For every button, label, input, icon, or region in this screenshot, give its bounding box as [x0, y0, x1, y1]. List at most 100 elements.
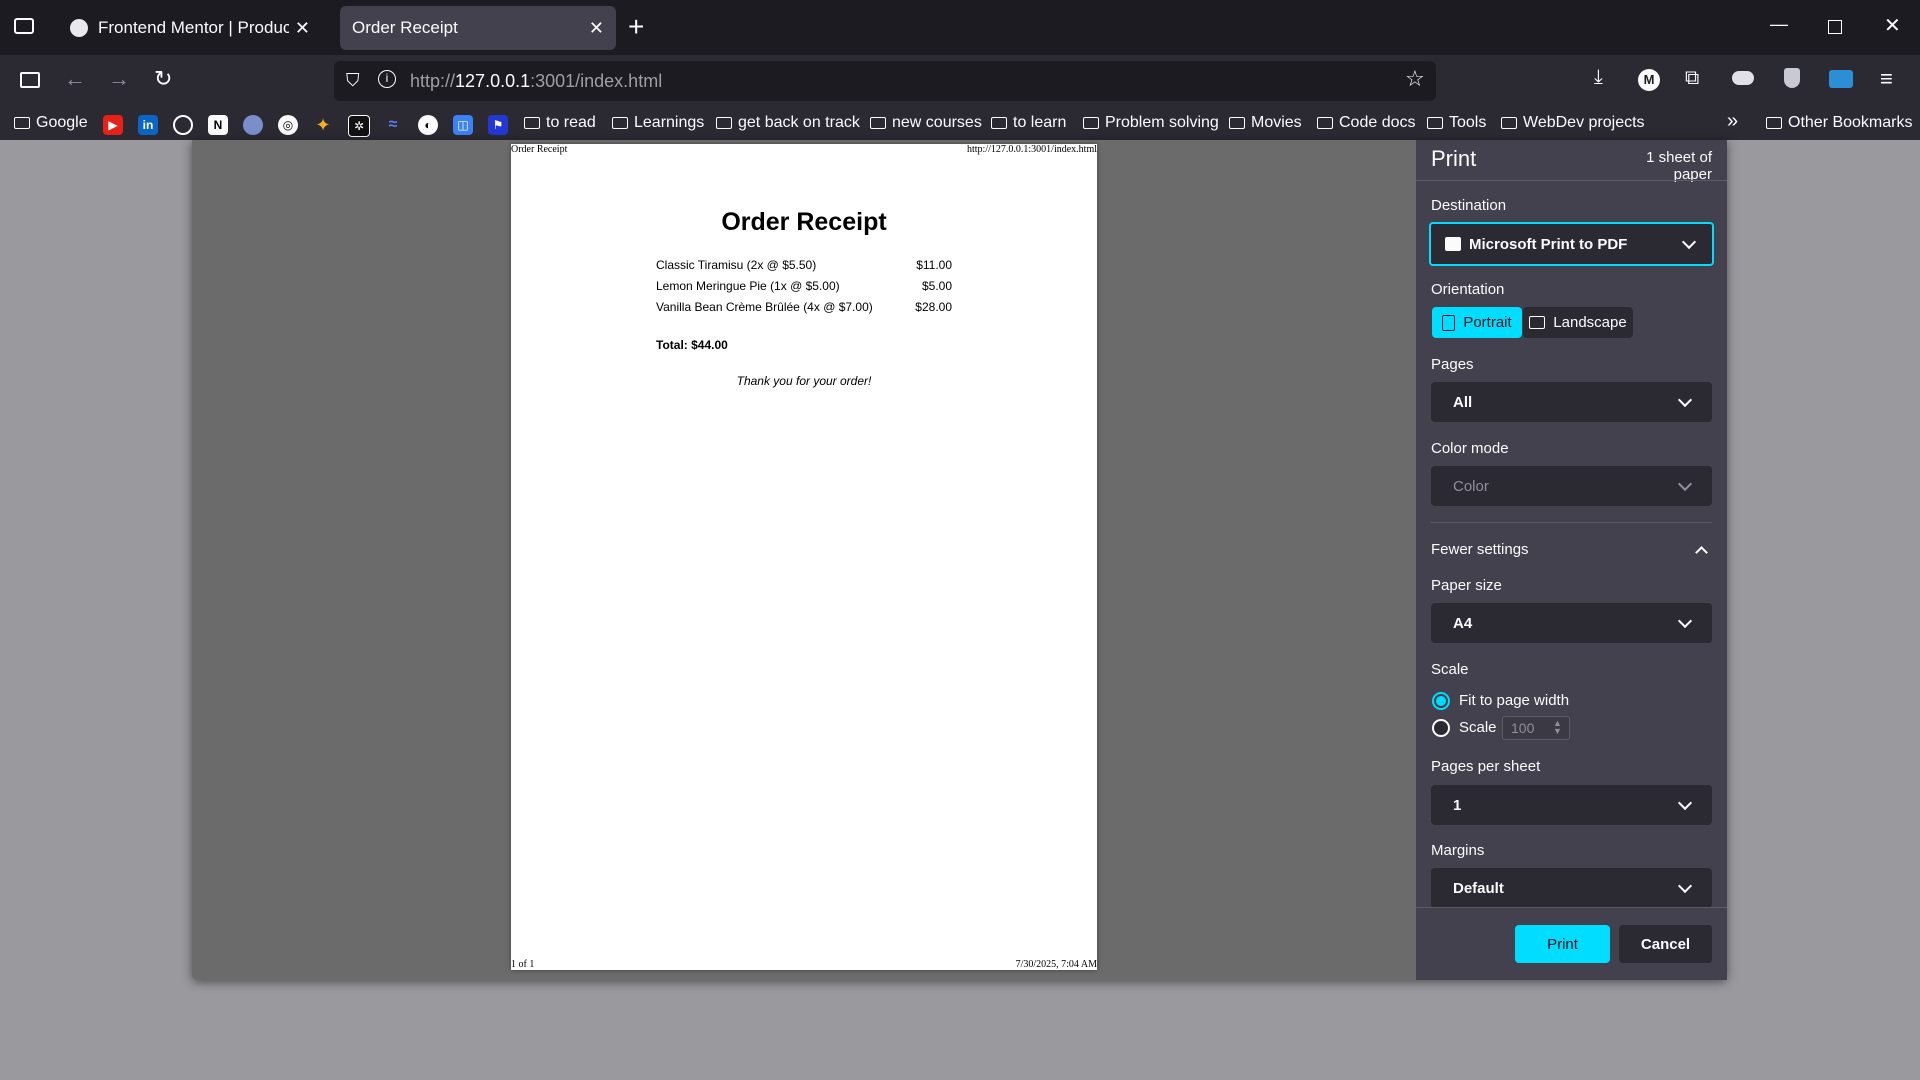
bookmark-to-read[interactable]: to read [524, 114, 596, 132]
menu-icon[interactable]: ≡ [1880, 66, 1893, 92]
folder-icon [14, 117, 30, 129]
bookmark-google[interactable]: Google [14, 114, 88, 132]
divider [1431, 522, 1712, 523]
tab-frontend-mentor[interactable]: Frontend Mentor | Product list w ✕ [58, 6, 322, 50]
paper-size-label: Paper size [1431, 577, 1502, 594]
scale-option-label: Scale [1459, 719, 1497, 736]
site-info-icon[interactable]: i [378, 70, 396, 88]
reload-icon[interactable]: ↻ [154, 66, 172, 92]
tab-title: Order Receipt [352, 18, 458, 37]
spinner-icon[interactable]: ▲ ▼ [1553, 719, 1562, 736]
url-text[interactable]: http://127.0.0.1:3001/index.html [410, 71, 662, 92]
forward-icon[interactable]: → [108, 66, 130, 92]
new-tab-icon[interactable]: + [628, 12, 644, 42]
extension-glasses-icon[interactable] [1732, 71, 1754, 85]
folder-icon [1766, 117, 1782, 129]
bookmark-learnings[interactable]: Learnings [612, 114, 704, 132]
bookmark-star-icon[interactable]: ☆ [1405, 66, 1425, 92]
bookmark-problem-solving[interactable]: Problem solving [1083, 114, 1219, 132]
print-button[interactable]: Print [1515, 925, 1610, 963]
folder-icon [1229, 117, 1245, 129]
chatgpt-icon[interactable]: ◎ [278, 115, 298, 135]
thank-you-message: Thank you for your order! [736, 374, 872, 388]
sidebar-icon[interactable] [20, 72, 40, 88]
pages-per-sheet-label: Pages per sheet [1431, 758, 1541, 775]
bookmark-blue-icon[interactable]: ◫ [453, 115, 473, 135]
item-price: $5.00 [921, 279, 952, 293]
bookmark-wave-icon[interactable]: ≈ [383, 115, 403, 135]
youtube-icon[interactable]: ▶ [103, 115, 123, 135]
orientation-label: Orientation [1431, 281, 1505, 298]
bookmark-to-learn[interactable]: to learn [991, 114, 1066, 132]
restore-icon[interactable] [1828, 20, 1842, 34]
bookmark-circle-icon[interactable]: ◐ [418, 115, 438, 135]
divider [1416, 907, 1727, 908]
paper-size-select[interactable]: A4 [1431, 603, 1712, 643]
download-icon[interactable]: ⤓ [1594, 66, 1603, 89]
pages-select[interactable]: All [1431, 382, 1712, 422]
tab-order-receipt[interactable]: Order Receipt ✕ [340, 6, 616, 50]
receipt-title: Order Receipt [721, 208, 887, 236]
receipt-total: Total: $44.00 [656, 338, 728, 352]
bookmark-movies[interactable]: Movies [1229, 114, 1302, 132]
bookmark-get-back-on-track[interactable]: get back on track [716, 114, 860, 132]
portrait-button[interactable]: Portrait [1432, 307, 1522, 338]
fewer-settings-toggle[interactable]: Fewer settings [1431, 541, 1529, 558]
bookmarks-overflow-icon[interactable]: » [1727, 110, 1738, 133]
item-price: $11.00 [916, 258, 952, 272]
bookmark-dark-icon[interactable]: ✲ [348, 115, 370, 137]
bookmark-flag-icon[interactable]: ⚑ [488, 115, 508, 135]
favicon-icon [70, 19, 88, 37]
folder-icon [524, 117, 540, 129]
chevron-down-icon [1677, 476, 1693, 492]
item-name: Lemon Meringue Pie (1x @ $5.00) [656, 279, 840, 293]
bookmark-code-docs[interactable]: Code docs [1317, 114, 1416, 132]
chevron-down-icon [1677, 392, 1693, 408]
margins-select[interactable]: Default [1431, 868, 1712, 908]
fit-to-width-label: Fit to page width [1459, 692, 1570, 709]
page-footer-date: 7/30/2025, 7:04 AM [1015, 959, 1097, 970]
close-window-icon[interactable]: ✕ [1884, 13, 1901, 38]
shield-icon[interactable]: ⛉ [346, 70, 360, 91]
linkedin-icon[interactable]: in [138, 115, 158, 135]
notion-icon[interactable]: N [208, 115, 228, 135]
print-title: Print [1431, 146, 1477, 171]
extension-radio-icon[interactable] [1829, 70, 1853, 88]
bookmark-other-bookmarks[interactable]: Other Bookmarks [1766, 114, 1912, 132]
bookmark-globe-icon[interactable] [243, 115, 263, 135]
folder-icon [870, 117, 886, 129]
scale-label: Scale [1431, 661, 1469, 678]
minimize-icon[interactable]: — [1770, 14, 1788, 35]
bookmark-new-courses[interactable]: new courses [870, 114, 982, 132]
github-icon[interactable] [173, 115, 193, 135]
destination-select[interactable]: Microsoft Print to PDF [1429, 222, 1714, 266]
destination-label: Destination [1431, 197, 1507, 214]
folder-icon [612, 117, 628, 129]
firefox-view-icon[interactable] [14, 18, 34, 34]
pages-per-sheet-select[interactable]: 1 [1431, 785, 1712, 825]
print-preview-page: Order Receipt http://127.0.0.1:3001/inde… [511, 144, 1097, 970]
page-header-url: http://127.0.0.1:3001/index.html [967, 144, 1097, 155]
scale-radio[interactable] [1432, 719, 1450, 737]
printer-icon [1445, 237, 1461, 251]
landscape-icon [1529, 316, 1546, 329]
extension-shield-icon[interactable] [1784, 68, 1800, 88]
bookmark-webdev-projects[interactable]: WebDev projects [1501, 114, 1645, 132]
chevron-down-icon [1677, 795, 1693, 811]
gemini-icon[interactable]: ✦ [313, 115, 333, 135]
page-footer-count: 1 of 1 [511, 959, 535, 970]
bookmark-tools[interactable]: Tools [1427, 114, 1486, 132]
margins-label: Margins [1431, 842, 1485, 859]
close-tab-icon[interactable]: ✕ [295, 18, 310, 39]
page-header-title: Order Receipt [511, 144, 568, 155]
folder-icon [716, 117, 732, 129]
color-mode-select[interactable]: Color [1431, 466, 1712, 506]
cancel-button[interactable]: Cancel [1619, 925, 1712, 963]
landscape-button[interactable]: Landscape [1523, 307, 1633, 338]
back-icon[interactable]: ← [64, 66, 86, 92]
account-avatar[interactable]: M [1638, 69, 1660, 91]
chevron-down-icon [1677, 613, 1693, 629]
extensions-icon[interactable]: ⧉ [1685, 67, 1699, 90]
close-tab-icon[interactable]: ✕ [589, 18, 604, 39]
fit-to-width-radio[interactable] [1432, 692, 1450, 710]
